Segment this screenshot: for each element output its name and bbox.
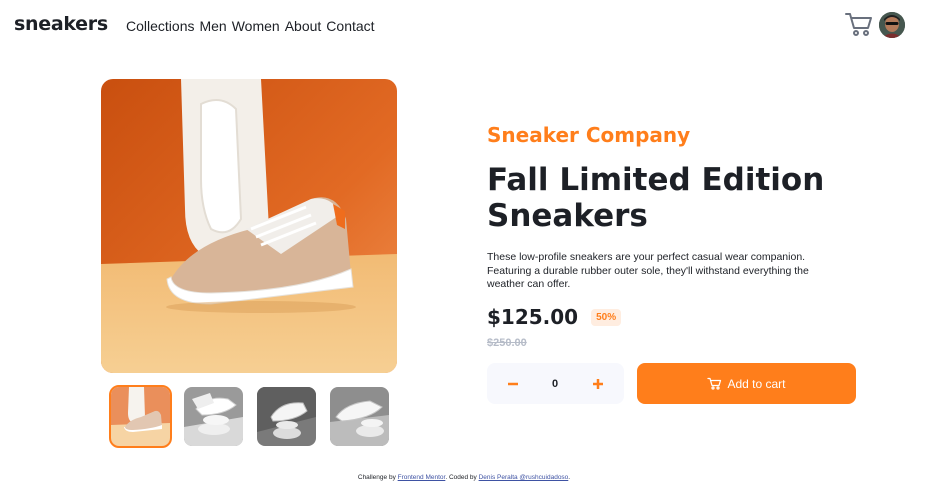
add-to-cart-label: Add to cart bbox=[727, 376, 786, 391]
nav-contact[interactable]: Contact bbox=[326, 18, 374, 34]
nav-about[interactable]: About bbox=[285, 18, 322, 34]
attribution-suffix: . bbox=[568, 474, 571, 481]
product-main-image[interactable] bbox=[101, 79, 397, 373]
add-to-cart-button[interactable]: Add to cart bbox=[637, 363, 856, 404]
product-description: These low-profile sneakers are your perf… bbox=[487, 251, 809, 290]
nav-women[interactable]: Women bbox=[232, 18, 280, 34]
attribution-prefix: Challenge by bbox=[357, 474, 396, 481]
thumbnail-3[interactable] bbox=[257, 387, 316, 446]
current-price: $125.00 bbox=[487, 305, 579, 329]
nav-men[interactable]: Men bbox=[199, 18, 226, 34]
company-name: Sneaker Company bbox=[487, 123, 691, 147]
product-title: Fall Limited Edition Sneakers bbox=[487, 162, 825, 234]
thumbnail-4[interactable] bbox=[330, 387, 389, 446]
minus-button[interactable] bbox=[498, 363, 528, 404]
quantity-stepper: 0 bbox=[487, 363, 624, 404]
attribution: Challenge by Frontend Mentor. Coded by D… bbox=[0, 474, 928, 481]
thumbnail-1[interactable] bbox=[109, 385, 172, 448]
main-nav: Collections Men Women About Contact bbox=[126, 18, 380, 34]
cart-icon[interactable] bbox=[845, 11, 873, 37]
minus-icon bbox=[508, 382, 518, 385]
plus-button[interactable] bbox=[583, 363, 613, 404]
logo[interactable]: sneakers bbox=[14, 13, 108, 35]
original-price: $250.00 bbox=[487, 337, 527, 349]
cart-icon bbox=[707, 377, 722, 390]
thumbnail-2[interactable] bbox=[184, 387, 243, 446]
attribution-middle: . Coded by bbox=[445, 474, 477, 481]
nav-collections[interactable]: Collections bbox=[126, 18, 194, 34]
frontend-mentor-link[interactable]: Frontend Mentor bbox=[398, 474, 446, 481]
avatar[interactable] bbox=[879, 12, 905, 38]
quantity-value: 0 bbox=[551, 377, 559, 390]
plus-icon bbox=[593, 378, 603, 389]
price-row: $125.00 50% bbox=[487, 305, 622, 329]
thumbnail-strip bbox=[109, 385, 389, 448]
author-link[interactable]: Denis Peralta @rushcuidadoso bbox=[479, 474, 569, 481]
discount-badge: 50% bbox=[591, 308, 622, 326]
site-header: sneakers Collections Men Women About Con… bbox=[0, 0, 928, 52]
